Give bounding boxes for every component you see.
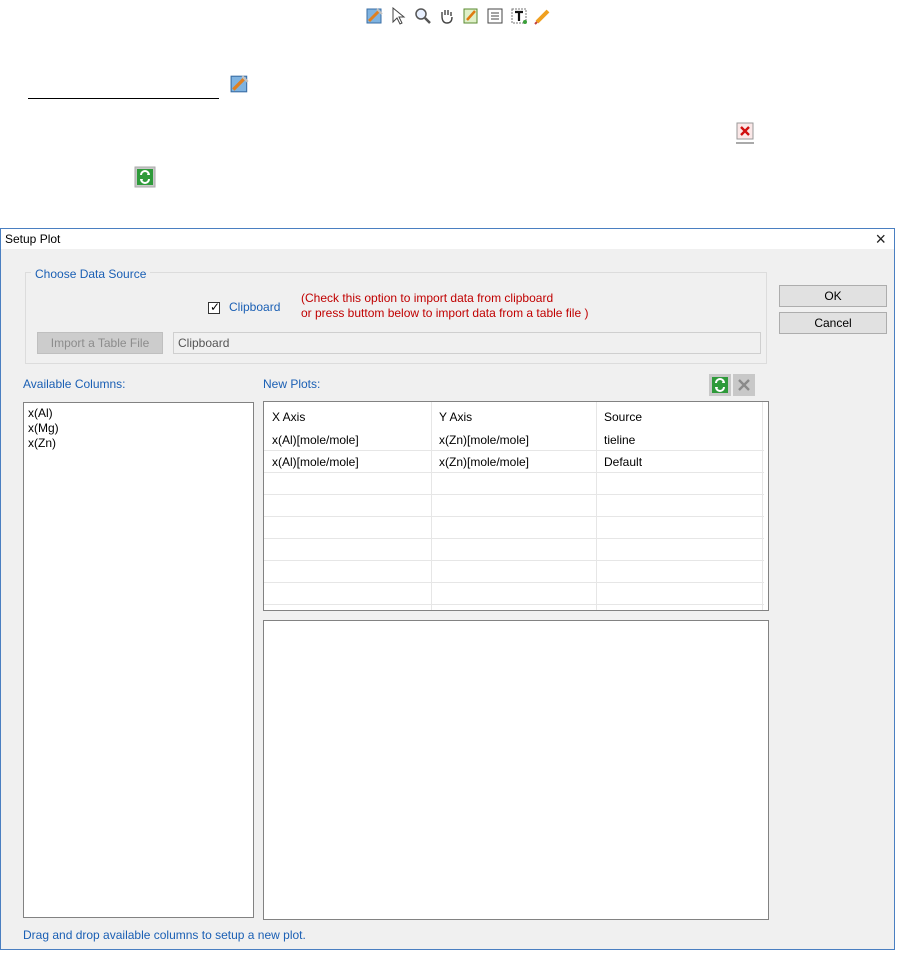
clipboard-checkbox[interactable]: ✓ [208, 300, 221, 314]
cell-y-axis[interactable]: x(Zn)[mole/mole] [431, 451, 596, 473]
pan-hand-icon[interactable] [437, 6, 457, 26]
dialog-title: Setup Plot [5, 232, 61, 246]
refresh-icon[interactable] [134, 166, 156, 188]
delete-icon[interactable] [733, 374, 755, 396]
data-edit-icon[interactable] [365, 6, 385, 26]
column-header-x-axis[interactable]: X Axis [264, 406, 431, 428]
grid-header-row: X Axis Y Axis Source [264, 406, 764, 428]
available-columns-list[interactable]: x(Al) x(Mg) x(Zn) [23, 402, 254, 918]
cell-x-axis[interactable]: x(Al)[mole/mole] [264, 429, 431, 451]
table-row[interactable] [264, 473, 764, 495]
table-row[interactable] [264, 539, 764, 561]
legend-icon[interactable] [485, 6, 505, 26]
import-table-file-button[interactable]: Import a Table File [37, 332, 163, 354]
hint-text-line1: (Check this option to import data from c… [301, 291, 554, 305]
list-item[interactable]: x(Mg) [28, 421, 59, 435]
check-icon: ✓ [210, 300, 221, 314]
close-icon[interactable]: × [875, 229, 886, 249]
setup-plot-dialog: Setup Plot × Choose Data Source ✓ Clipbo… [0, 228, 895, 950]
table-row[interactable] [264, 517, 764, 539]
available-columns-label: Available Columns: [23, 377, 126, 391]
text-insert-icon[interactable] [509, 6, 529, 26]
title-bar: Setup Plot × [1, 229, 894, 249]
delete-icon[interactable] [736, 122, 754, 144]
cell-y-axis[interactable]: x(Zn)[mole/mole] [431, 429, 596, 451]
table-row[interactable] [264, 561, 764, 583]
edit-note-icon[interactable] [461, 6, 481, 26]
group-label: Choose Data Source [31, 267, 151, 281]
new-plots-label: New Plots: [263, 377, 321, 391]
table-row[interactable]: x(Al)[mole/mole] x(Zn)[mole/mole] Defaul… [264, 451, 764, 473]
table-row[interactable]: x(Al)[mole/mole] x(Zn)[mole/mole] tielin… [264, 429, 764, 451]
ok-button[interactable]: OK [779, 285, 887, 307]
list-item[interactable]: x(Al) [28, 406, 53, 420]
clipboard-label[interactable]: Clipboard [229, 300, 280, 314]
cancel-button[interactable]: Cancel [779, 312, 887, 334]
column-header-source[interactable]: Source [596, 406, 762, 428]
data-edit-icon[interactable] [230, 74, 250, 97]
cell-x-axis[interactable]: x(Al)[mole/mole] [264, 451, 431, 473]
table-row[interactable] [264, 583, 764, 605]
list-item[interactable]: x(Zn) [28, 436, 56, 450]
pencil-icon[interactable] [533, 6, 553, 26]
underline-field[interactable] [28, 98, 219, 99]
cell-source[interactable]: tieline [596, 429, 762, 451]
refresh-icon[interactable] [709, 374, 731, 396]
plot-preview-area[interactable] [263, 620, 769, 920]
hint-text-line2: or press buttom below to import data fro… [301, 306, 589, 320]
source-field[interactable]: Clipboard [173, 332, 761, 354]
footer-hint: Drag and drop available columns to setup… [23, 928, 306, 942]
table-row[interactable] [264, 495, 764, 517]
zoom-icon[interactable] [413, 6, 433, 26]
column-header-y-axis[interactable]: Y Axis [431, 406, 596, 428]
cell-source[interactable]: Default [596, 451, 762, 473]
pointer-icon[interactable] [388, 6, 408, 26]
new-plots-grid[interactable]: X Axis Y Axis Source x(Al)[mole/mole] x(… [263, 401, 769, 611]
